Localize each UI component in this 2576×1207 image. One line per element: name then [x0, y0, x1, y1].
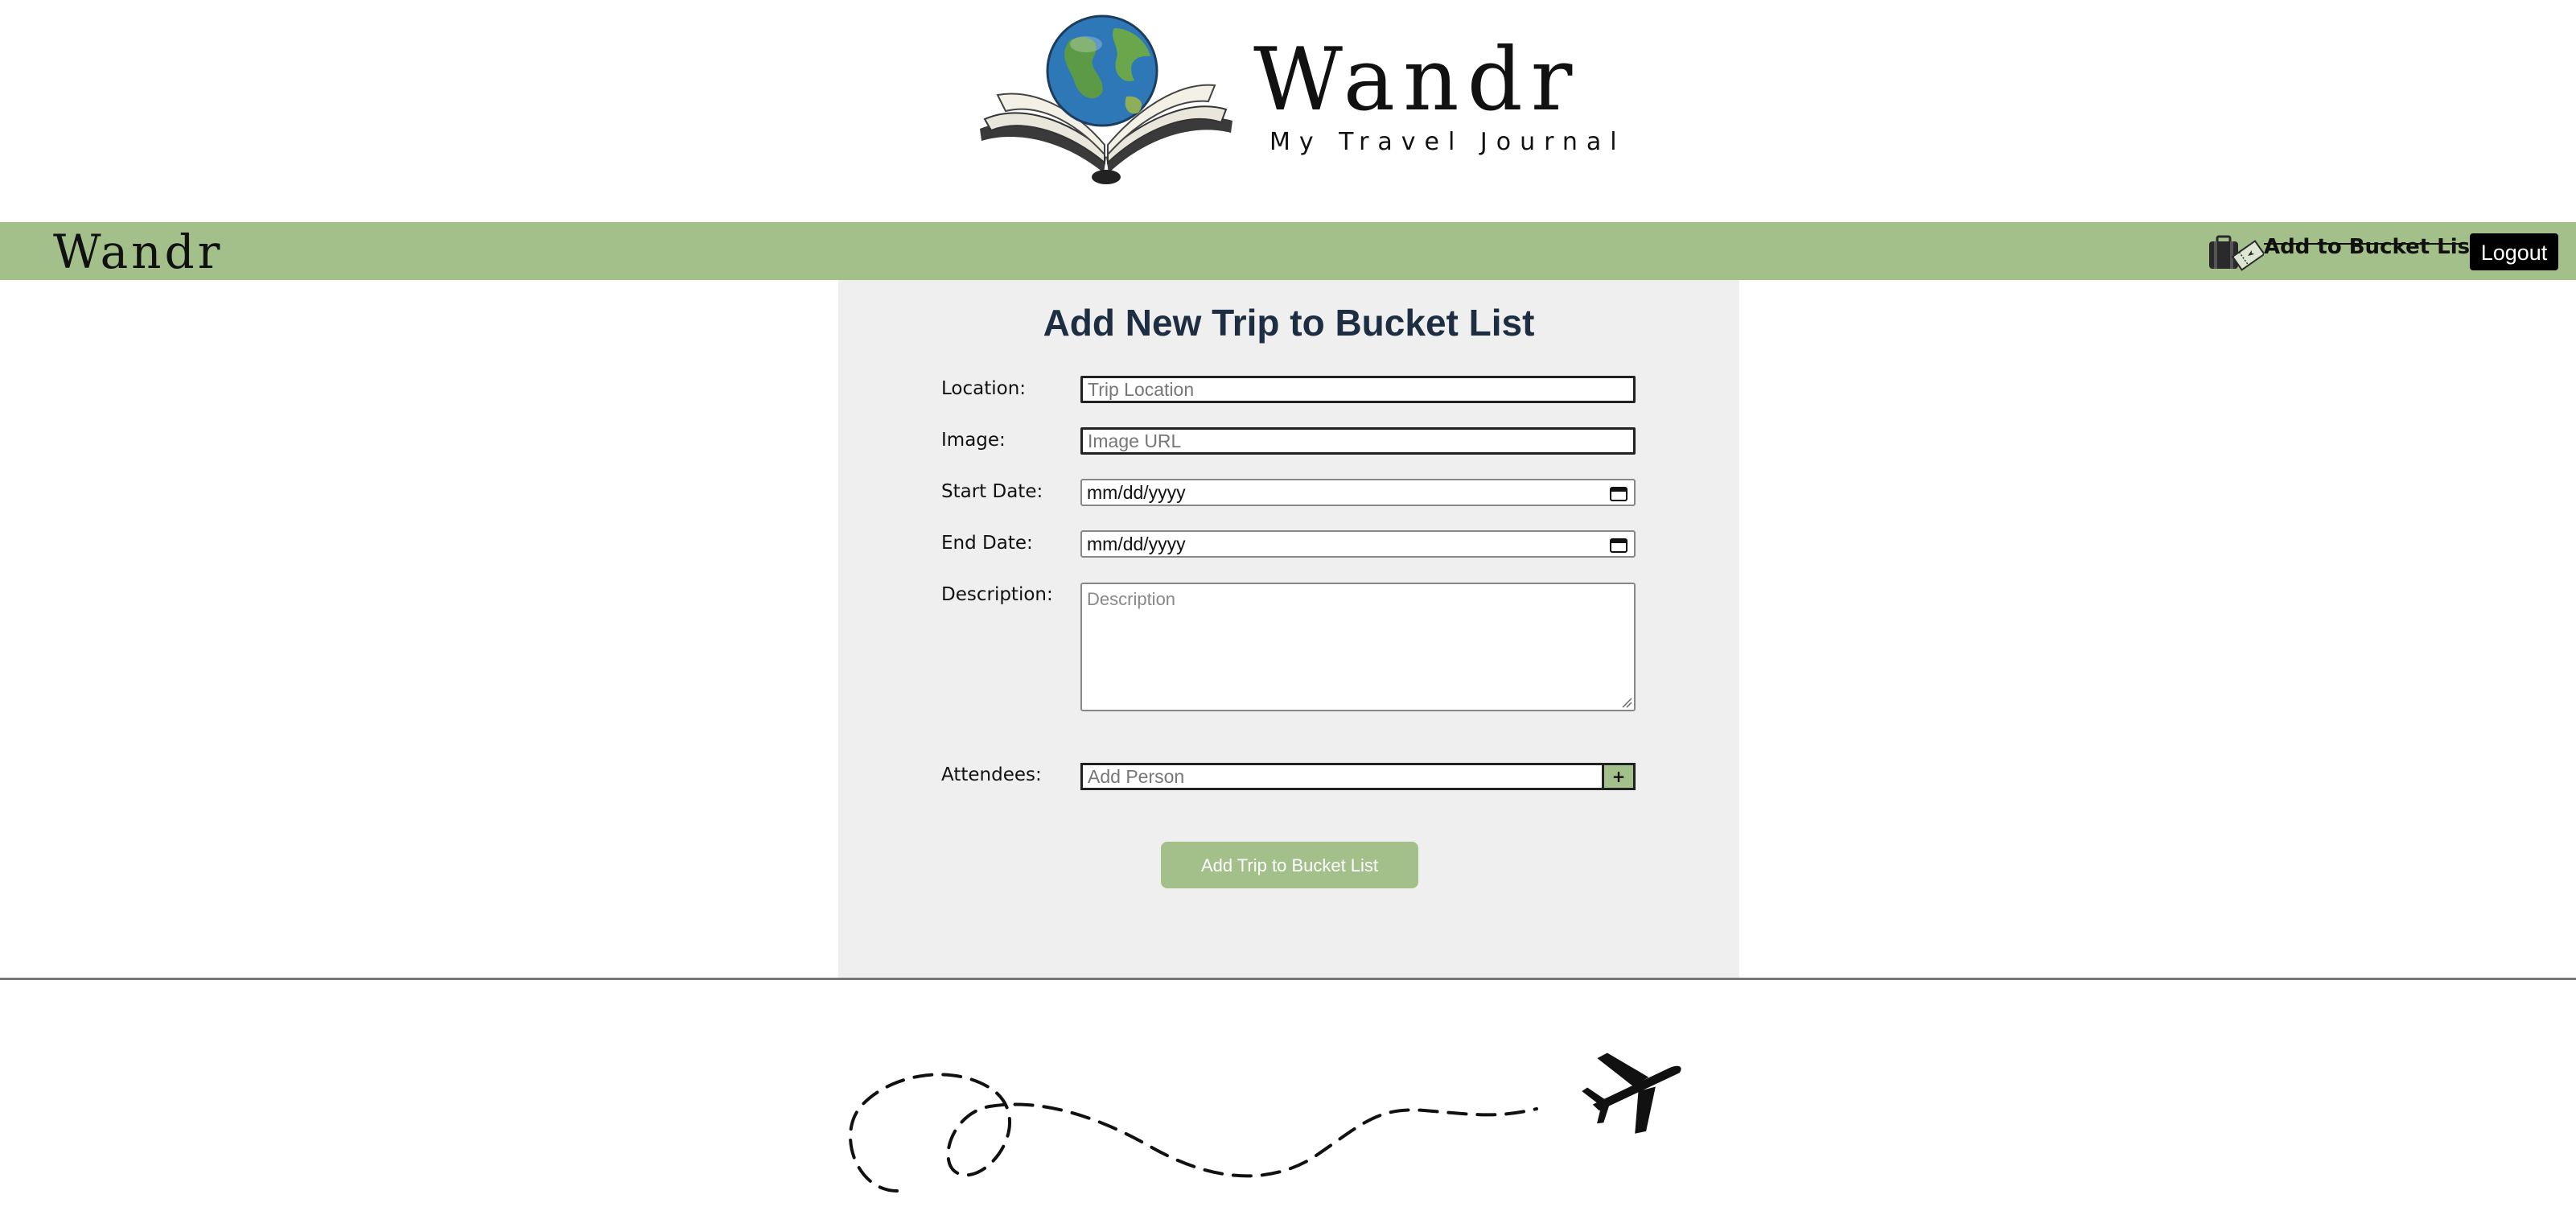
end-date-value: mm/dd/yyyy [1087, 533, 1186, 554]
attendees-label: Attendees: [941, 764, 1042, 785]
add-trip-form-card: Add New Trip to Bucket List Location: Tr… [838, 280, 1739, 978]
add-person-input[interactable]: Add Person [1080, 763, 1602, 790]
start-date-input[interactable]: mm/dd/yyyy [1080, 479, 1636, 506]
logo-banner: Wandr My Travel Journal [0, 0, 2576, 222]
start-date-value: mm/dd/yyyy [1087, 482, 1186, 503]
calendar-icon[interactable] [1610, 485, 1627, 501]
calendar-icon[interactable] [1610, 537, 1627, 553]
resize-handle-icon[interactable] [1621, 697, 1632, 708]
logout-button[interactable]: Logout [2470, 233, 2558, 270]
description-label: Description: [941, 584, 1053, 605]
image-label: Image: [941, 430, 1006, 451]
image-url-input[interactable]: Image URL [1080, 427, 1636, 455]
add-to-bucket-list-link[interactable]: Add to Bucket List [2264, 237, 2480, 257]
description-textarea[interactable]: Description [1080, 583, 1636, 711]
add-person-button[interactable]: + [1602, 763, 1636, 790]
end-date-label: End Date: [941, 533, 1033, 554]
end-date-input[interactable]: mm/dd/yyyy [1080, 530, 1636, 558]
logo-title: Wandr [1253, 30, 1581, 130]
dashed-flight-path-airplane-icon [849, 1053, 1681, 1193]
description-placeholder: Description [1087, 589, 1176, 609]
globe-on-open-book-icon [980, 14, 1232, 184]
location-input[interactable]: Trip Location [1080, 376, 1636, 403]
suitcase-ticket-icon[interactable] [2208, 233, 2264, 274]
logo-subtitle: My Travel Journal [1269, 128, 1626, 156]
navbar: Wandr Add to Bucket List Logout [0, 222, 2576, 280]
add-trip-submit-button[interactable]: Add Trip to Bucket List [1161, 842, 1418, 888]
navbar-brand[interactable]: Wandr [53, 229, 223, 275]
footer-divider [0, 978, 2576, 980]
location-label: Location: [941, 378, 1027, 399]
start-date-label: Start Date: [941, 481, 1043, 502]
form-title: Add New Trip to Bucket List [1043, 302, 1535, 344]
